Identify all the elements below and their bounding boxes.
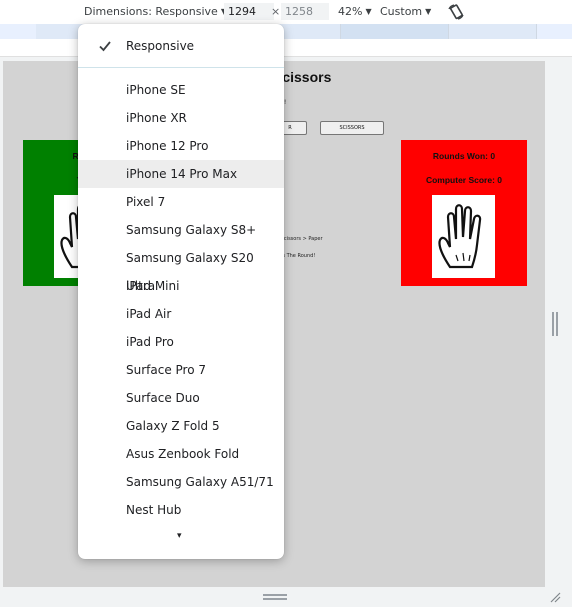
throttle-dropdown[interactable]: Custom ▼ [380,0,431,24]
menu-item-device[interactable]: iPad Mini [78,272,284,300]
computer-hand-image [432,195,495,278]
scissors-label: SCISSORS [339,125,365,131]
caret-down-icon: ▼ [425,7,432,16]
resize-corner-icon[interactable] [549,591,561,603]
hand-icon [438,204,482,269]
menu-item-device[interactable]: Samsung Galaxy S8+ [78,216,284,244]
menu-item-device[interactable]: iPhone 14 Pro Max [78,160,284,188]
menu-item-device[interactable]: iPhone 12 Pro [78,132,284,160]
menu-item-device[interactable]: iPad Pro [78,328,284,356]
menu-item-device[interactable]: iPad Air [78,300,284,328]
scissors-button[interactable]: SCISSORS [320,121,384,135]
menu-item-device[interactable]: Surface Duo [78,384,284,412]
dimensions-label: Dimensions: Responsive [84,5,218,18]
zoom-label: 42% [338,5,363,18]
width-input[interactable]: 1294 [224,3,274,20]
menu-item-device[interactable]: Asus Zenbook Fold [78,440,284,468]
device-dropdown-menu: Responsive iPhone SE iPhone XR iPhone 12 P… [78,24,284,559]
scroll-down-arrow-icon[interactable]: ▾ [177,531,182,541]
horizontal-resize-handle[interactable] [263,594,287,600]
checkmark-icon [99,41,111,52]
times-separator: × [271,5,281,18]
vertical-resize-handle[interactable] [552,312,558,336]
device-toolbar: Dimensions: Responsive▼ 1294 × 1258 42%▼… [0,0,572,25]
menu-item-responsive[interactable]: Responsive [78,32,284,60]
menu-item-device[interactable]: Galaxy Z Fold 5 [78,412,284,440]
zoom-dropdown[interactable]: 42% ▼ [338,0,372,24]
dimensions-dropdown[interactable]: Dimensions: Responsive▼ [84,0,227,24]
menu-item-device[interactable]: Samsung Galaxy A51/71 [78,468,284,496]
menu-item-device[interactable]: Samsung Galaxy S20 Ultra [78,244,284,293]
computer-panel: Rounds Won: 0 Computer Score: 0 [401,140,527,286]
menu-divider [78,67,284,68]
computer-score-text: Computer Score: 0 [425,175,503,185]
menu-item-device[interactable]: Pixel 7 [78,188,284,216]
computer-rounds-text: Rounds Won: 0 [432,151,496,161]
rotate-device-icon[interactable] [447,3,465,21]
height-input[interactable]: 1258 [281,3,329,20]
throttle-label: Custom [380,5,423,18]
menu-item-device[interactable]: Nest Hub [78,496,284,524]
menu-item-device[interactable]: iPhone XR [78,104,284,132]
menu-item-label: Responsive [126,39,195,53]
caret-down-icon: ▼ [365,7,372,16]
device-list: iPhone SE iPhone XR iPhone 12 Pro iPhone 14… [78,76,284,524]
menu-item-device[interactable]: Surface Pro 7 [78,356,284,384]
menu-item-device[interactable]: iPhone SE [78,76,284,104]
